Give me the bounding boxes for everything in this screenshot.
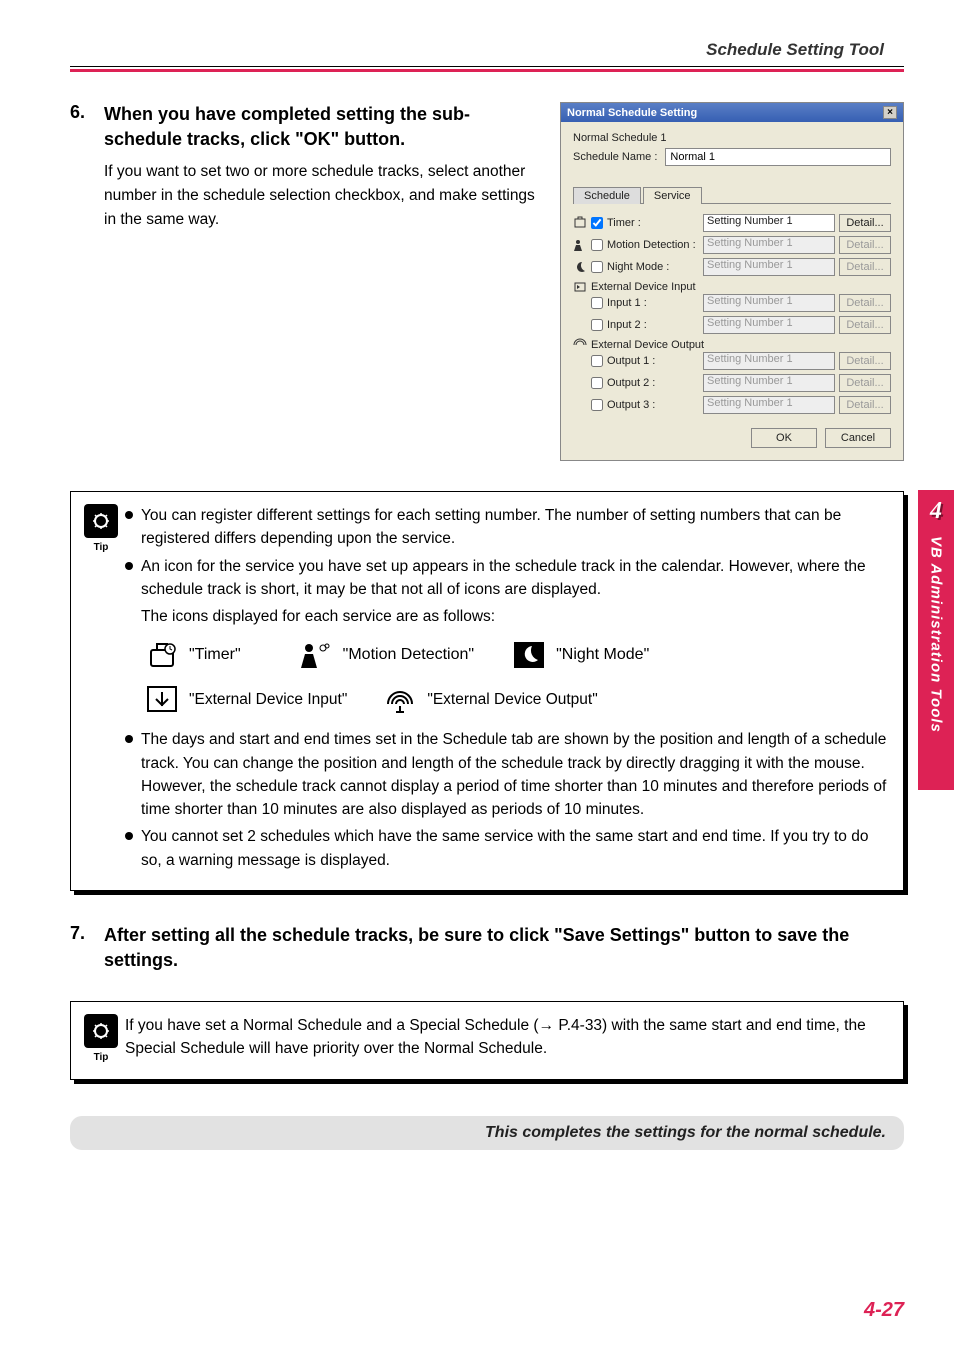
timer-icon-label: "Timer" [189, 643, 241, 667]
chapter-side-tab: 4 4 VB Administration Tools [918, 490, 954, 790]
tip1-bullet2: An icon for the service you have set up … [141, 555, 887, 602]
close-icon[interactable]: × [883, 106, 897, 119]
timer-service-icon [573, 216, 587, 230]
output1-checkbox[interactable] [591, 355, 603, 367]
step-6-desc: If you want to set two or more schedule … [104, 160, 544, 232]
input1-checkbox[interactable] [591, 297, 603, 309]
step-7-number: 7. [70, 923, 92, 981]
tip-icon [84, 504, 118, 538]
tip1-bullet3: The days and start and end times set in … [141, 728, 887, 821]
schedule-header: Normal Schedule 1 [573, 132, 891, 144]
output1-detail-button: Detail... [839, 352, 891, 370]
night-mode-icon [510, 638, 548, 672]
motion-select: Setting Number 1 [703, 236, 835, 254]
ext-input-icon-label: "External Device Input" [189, 688, 347, 711]
ext-input-group-label: External Device Input [591, 281, 696, 293]
ext-output-service-icon [573, 338, 587, 352]
tip2-text: If you have set a Normal Schedule and a … [125, 1017, 866, 1057]
motion-label: Motion Detection : [607, 239, 699, 251]
tip-box-2: Tip If you have set a Normal Schedule an… [70, 1001, 904, 1080]
tip-box-1: Tip You can register different settings … [70, 491, 904, 891]
output2-checkbox[interactable] [591, 377, 603, 389]
step-6-number: 6. [70, 102, 92, 232]
tip-icon [84, 1014, 118, 1048]
dialog-title: Normal Schedule Setting [567, 107, 697, 119]
night-checkbox[interactable] [591, 261, 603, 273]
output3-label: Output 3 : [607, 399, 699, 411]
tip-label: Tip [77, 540, 125, 555]
output3-select: Setting Number 1 [703, 396, 835, 414]
tip1-bullet2-sub: The icons displayed for each service are… [141, 605, 887, 628]
timer-select[interactable]: Setting Number 1 [703, 214, 835, 232]
page-number: 4-27 [864, 1299, 904, 1322]
night-label: Night Mode : [607, 261, 699, 273]
header-rule [70, 66, 904, 72]
night-icon-label: "Night Mode" [556, 643, 649, 667]
output1-label: Output 1 : [607, 355, 699, 367]
motion-detail-button: Detail... [839, 236, 891, 254]
cancel-button[interactable]: Cancel [825, 428, 891, 448]
tip1-bullet1: You can register different settings for … [141, 504, 887, 551]
tip-label: Tip [77, 1050, 125, 1065]
ext-input-service-icon [573, 280, 587, 294]
motion-checkbox[interactable] [591, 239, 603, 251]
timer-icon [143, 638, 181, 672]
chapter-label: VB Administration Tools [928, 536, 945, 733]
external-device-input-icon [143, 682, 181, 716]
ext-output-icon-label: "External Device Output" [427, 688, 597, 711]
motion-service-icon [573, 238, 587, 252]
schedule-name-input[interactable] [665, 148, 891, 166]
schedule-name-label: Schedule Name : [573, 151, 657, 163]
step-7-title: After setting all the schedule tracks, b… [104, 923, 904, 973]
step-6-title: When you have completed setting the sub-… [104, 102, 544, 152]
input2-checkbox[interactable] [591, 319, 603, 331]
output1-select: Setting Number 1 [703, 352, 835, 370]
completion-message: This completes the settings for the norm… [70, 1116, 904, 1150]
night-detail-button: Detail... [839, 258, 891, 276]
output3-checkbox[interactable] [591, 399, 603, 411]
ok-button[interactable]: OK [751, 428, 817, 448]
section-header: Schedule Setting Tool [70, 40, 904, 60]
tab-service[interactable]: Service [643, 187, 702, 204]
night-service-icon [573, 260, 587, 274]
motion-detection-icon [297, 638, 335, 672]
input1-label: Input 1 : [607, 297, 699, 309]
output2-select: Setting Number 1 [703, 374, 835, 392]
input2-select: Setting Number 1 [703, 316, 835, 334]
timer-checkbox[interactable] [591, 217, 603, 229]
input1-select: Setting Number 1 [703, 294, 835, 312]
night-select: Setting Number 1 [703, 258, 835, 276]
tab-schedule[interactable]: Schedule [573, 187, 641, 204]
output3-detail-button: Detail... [839, 396, 891, 414]
output2-detail-button: Detail... [839, 374, 891, 392]
motion-icon-label: "Motion Detection" [343, 643, 474, 667]
input2-detail-button: Detail... [839, 316, 891, 334]
input2-label: Input 2 : [607, 319, 699, 331]
external-device-output-icon [381, 682, 419, 716]
timer-label: Timer : [607, 217, 699, 229]
ext-output-group-label: External Device Output [591, 339, 704, 351]
output2-label: Output 2 : [607, 377, 699, 389]
input1-detail-button: Detail... [839, 294, 891, 312]
tip1-bullet4: You cannot set 2 schedules which have th… [141, 825, 887, 872]
normal-schedule-setting-dialog: Normal Schedule Setting × Normal Schedul… [560, 102, 904, 461]
chapter-number: 4 [922, 498, 950, 525]
timer-detail-button[interactable]: Detail... [839, 214, 891, 232]
